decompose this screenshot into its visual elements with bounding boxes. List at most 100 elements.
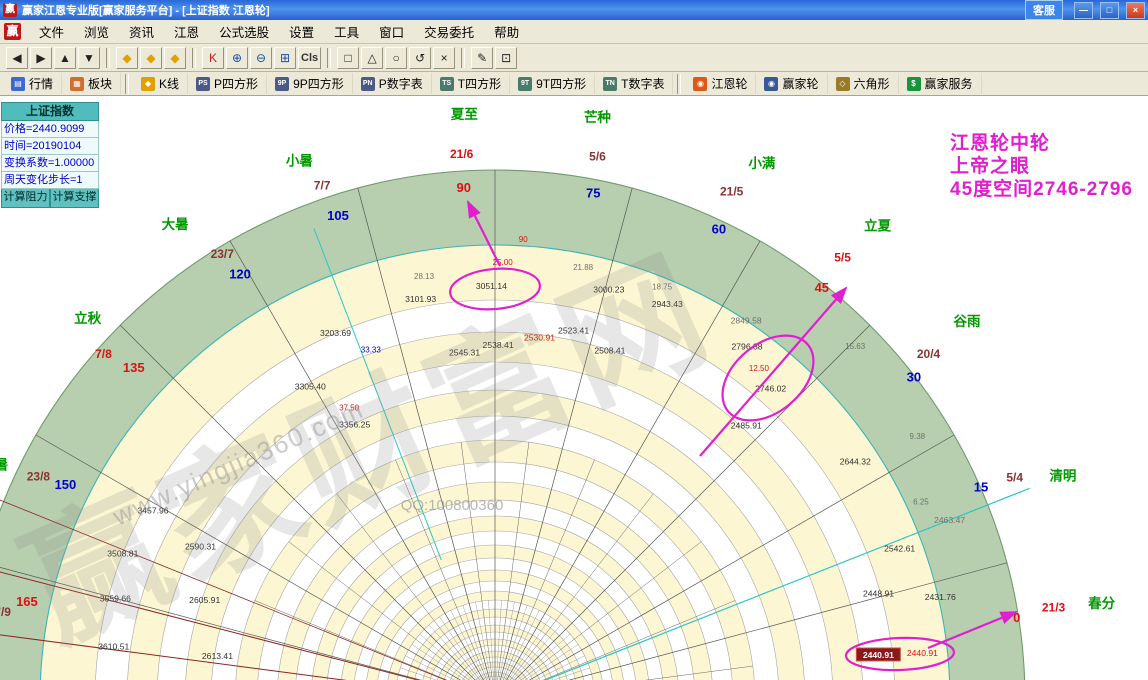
menu-item-0[interactable]: 文件 [29,19,74,44]
module-button-5[interactable]: 9P9P四方形 [267,73,353,94]
wheel-price-value: 2431.76 [925,592,956,602]
menu-item-6[interactable]: 工具 [324,19,369,44]
toolbar-button-5[interactable]: ◆ [116,47,138,69]
solar-term-label: 小暑 [286,153,313,168]
toolbar-button-2[interactable]: ▲ [54,47,76,69]
江恩轮-icon: ◉ [693,77,707,91]
maximize-button[interactable]: □ [1100,2,1119,19]
calc-buttons: 计算阻力计算支撑 [1,189,99,208]
9P四方形-icon: 9P [275,77,289,91]
toolbar-button-6[interactable]: ◆ [140,47,162,69]
panel-row-1: 时间=20190104 [1,138,99,155]
toolbar-button-18[interactable]: ↺ [409,47,431,69]
date-label: 21/3 [1042,601,1066,615]
menu-items: 文件浏览资讯江恩公式选股设置工具窗口交易委托帮助 [29,19,529,44]
toolbar-button-7[interactable]: ◆ [164,47,186,69]
date-label: 5/5 [834,250,851,264]
toolbar-button-13[interactable]: Cls [298,47,321,69]
module-button-7[interactable]: TST四方形 [432,73,510,94]
panel-row-0: 价格=2440.9099 [1,121,99,138]
module-label: 江恩轮 [711,75,747,92]
parameter-panel: 上证指数 价格=2440.9099时间=20190104变换系数=1.00000… [1,102,99,208]
window-title: 赢家江恩专业版[赢家服务平台] - [上证指数 江恩轮] [22,2,1020,18]
date-label: 23/7 [211,247,235,261]
menu-item-5[interactable]: 设置 [279,19,324,44]
wheel-price-value: 2644.32 [840,457,871,467]
module-label: 赢家服务 [925,75,973,92]
menu-item-2[interactable]: 资讯 [119,19,164,44]
toolbar-button-22[interactable]: ⊡ [495,47,517,69]
toolbar-button-11[interactable]: ⊖ [250,47,272,69]
toolbar-button-3[interactable]: ▼ [78,47,100,69]
module-button-8[interactable]: 9T9T四方形 [510,73,595,94]
toolbar-button-17[interactable]: ○ [385,47,407,69]
solar-term-label: 春分 [1087,595,1116,611]
wheel-price-value: 2613.41 [202,651,233,661]
T数字表-icon: TN [603,77,617,91]
calc-button-0[interactable]: 计算阻力 [1,189,50,208]
date-label: 21/6 [450,147,474,161]
module-button-14[interactable]: $赢家服务 [899,73,982,94]
module-button-4[interactable]: PSP四方形 [188,73,267,94]
annotation-line-3: 45度空间2746-2796 [950,178,1133,201]
degree-label: 90 [457,180,471,195]
wheel-fraction-value: 6.25 [913,497,929,506]
calc-button-1[interactable]: 计算支撑 [50,189,99,208]
instrument-title: 上证指数 [1,102,99,121]
module-button-0[interactable]: ▤ 行情 [3,73,62,94]
menu-item-4[interactable]: 公式选股 [209,19,279,44]
module-button-12[interactable]: ◉赢家轮 [756,73,827,94]
toolbar-separator [677,74,681,94]
degree-label: 30 [907,370,921,385]
toolbar-button-12[interactable]: ⊞ [274,47,296,69]
degree-label: 60 [712,222,726,237]
wheel-price-value: 2542.61 [884,544,915,554]
date-label: 7/7 [314,178,331,192]
module-button-1[interactable]: ▦板块 [62,73,121,94]
menu-item-1[interactable]: 浏览 [74,19,119,44]
degree-label: 75 [586,185,600,200]
close-button[interactable]: × [1126,2,1145,19]
toolbar-button-15[interactable]: □ [337,47,359,69]
module-button-3[interactable]: ◆K线 [133,73,188,94]
toolbar-button-0[interactable]: ◀ [6,47,28,69]
module-label: 行情 [29,75,53,92]
module-button-11[interactable]: ◉ 江恩轮 [685,73,756,94]
toolbar-button-21[interactable]: ✎ [471,47,493,69]
app-icon: 赢 [3,3,17,17]
行情-icon: ▤ [11,77,25,91]
toolbar-button-9[interactable]: K [202,47,224,69]
wheel-price-value: 3203.69 [320,328,351,338]
degree-label: 105 [327,208,349,223]
toolbar-button-16[interactable]: △ [361,47,383,69]
minimize-button[interactable]: — [1074,2,1093,19]
menu-item-9[interactable]: 帮助 [484,19,529,44]
module-button-9[interactable]: TNT数字表 [595,73,673,94]
customer-service-button[interactable]: 客服 [1025,0,1063,20]
parameter-rows: 价格=2440.9099时间=20190104变换系数=1.00000周天变化步… [1,121,99,189]
date-label: 5/4 [1006,470,1023,484]
module-button-13[interactable]: ◇六角形 [828,73,899,94]
tool-bar-icons: ◀▶▲▼◆◆◆K⊕⊖⊞Cls□△○↺×✎⊡ [0,44,1148,72]
solar-term-label: 立夏 [864,217,891,233]
menu-item-3[interactable]: 江恩 [164,19,209,44]
menu-item-8[interactable]: 交易委托 [414,19,484,44]
toolbar-button-19[interactable]: × [433,47,455,69]
六角形-icon: ◇ [836,77,850,91]
wheel-price-value: 2440.91 [907,648,938,658]
wheel-price-value: 3101.93 [405,294,436,304]
solar-term-label: 夏至 [450,107,478,122]
degree-label: 135 [123,360,145,375]
module-button-6[interactable]: PNP数字表 [353,73,432,94]
module-label: 板块 [88,75,112,92]
toolbar-separator [125,74,129,94]
annotation-line-2: 上帝之眼 [950,155,1133,178]
toolbar-button-1[interactable]: ▶ [30,47,52,69]
selected-cell-value: 2440.91 [863,650,894,660]
menu-item-7[interactable]: 窗口 [369,19,414,44]
solar-term-label: 清明 [1049,467,1076,483]
toolbar-button-10[interactable]: ⊕ [226,47,248,69]
P四方形-icon: PS [196,77,210,91]
menu-bar: 赢 文件浏览资讯江恩公式选股设置工具窗口交易委托帮助 [0,20,1148,44]
toolbar-separator [106,48,110,68]
